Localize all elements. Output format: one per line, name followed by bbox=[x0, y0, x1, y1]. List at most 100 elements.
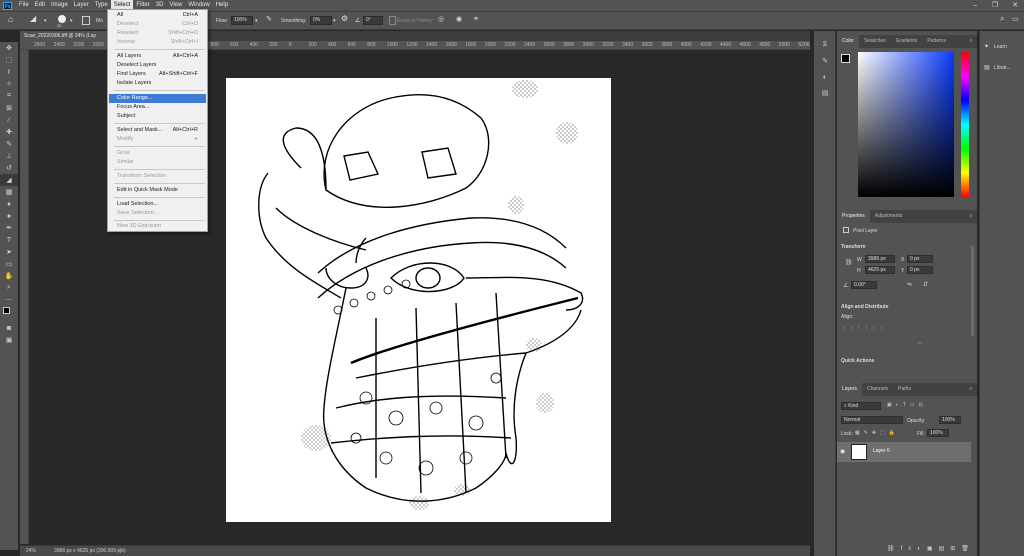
align-buttons[interactable]: ⫶⫶⫶⫶⫶⫶ bbox=[843, 326, 888, 333]
menu-item-select-and-mask[interactable]: Select and Mask... Alt+Ctrl+R bbox=[109, 126, 206, 135]
menu-item-find-layers[interactable]: Find Layers Alt+Shift+Ctrl+F bbox=[109, 70, 206, 79]
brush-tool-icon[interactable]: ✎ bbox=[0, 138, 18, 150]
chevron-down-icon[interactable]: ▾ bbox=[44, 16, 47, 26]
magic-wand-icon[interactable]: ✧ bbox=[0, 78, 18, 90]
history-brush-icon[interactable]: ↺ bbox=[0, 162, 18, 174]
menu-image[interactable]: Image bbox=[48, 0, 71, 11]
menu-item-load-selection[interactable]: Load Selection... bbox=[109, 200, 206, 209]
symmetry-icon[interactable]: ⚭ bbox=[473, 15, 479, 25]
panel-menu-icon[interactable]: ≡ bbox=[968, 35, 974, 48]
workspace-icon[interactable]: ▭ bbox=[1012, 15, 1019, 25]
pressure-size-icon[interactable]: ◉ bbox=[456, 15, 462, 25]
lightbulb-icon[interactable]: ✦ bbox=[984, 43, 989, 50]
menu-file[interactable]: File bbox=[16, 0, 32, 11]
layer-filter-icons[interactable]: ▣◐T▭⊡ bbox=[887, 402, 927, 408]
color-picker-field[interactable] bbox=[858, 52, 954, 197]
tab-layers[interactable]: Layers bbox=[837, 383, 863, 396]
eye-icon[interactable]: ◉ bbox=[840, 448, 845, 455]
menu-item-subject[interactable]: Subject bbox=[109, 112, 206, 121]
brush-preview-icon[interactable] bbox=[58, 15, 66, 23]
document-tab[interactable]: Scan_20220306.tiff @ 24% (Lay bbox=[20, 31, 110, 41]
foreground-color-swatch[interactable] bbox=[841, 54, 850, 63]
color-swatches[interactable] bbox=[0, 306, 18, 318]
quick-mask-icon[interactable]: ◙ bbox=[0, 322, 18, 334]
blur-tool-icon[interactable]: ♦ bbox=[0, 198, 18, 210]
menu-item-quick-mask[interactable]: Edit in Quick Mask Mode bbox=[109, 186, 206, 195]
angle-input[interactable]: 0° bbox=[363, 16, 383, 25]
chevron-down-icon[interactable]: ▾ bbox=[255, 16, 258, 26]
hand-tool-icon[interactable]: ✋ bbox=[0, 270, 18, 282]
pressure-opacity-icon[interactable]: ◎ bbox=[438, 15, 444, 25]
libraries-label[interactable]: Librar... bbox=[994, 65, 1011, 71]
eyedropper-icon[interactable]: ⁄ bbox=[0, 114, 18, 126]
x-input[interactable]: 0 px bbox=[907, 255, 933, 263]
tab-channels[interactable]: Channels bbox=[862, 383, 893, 396]
tab-adjustments[interactable]: Adjustments bbox=[870, 210, 908, 223]
menu-item-focus-area[interactable]: Focus Area... bbox=[109, 103, 206, 112]
type-tool-icon[interactable]: T bbox=[0, 234, 18, 246]
flow-input[interactable]: 100% bbox=[231, 16, 253, 25]
airbrush-icon[interactable]: ✎ bbox=[266, 15, 272, 25]
zoom-level[interactable]: 24% bbox=[26, 548, 36, 554]
rectangle-tool-icon[interactable]: ▭ bbox=[0, 258, 18, 270]
layer-row[interactable]: ◉ Layer 0 bbox=[837, 442, 971, 462]
menu-item-reselect[interactable]: Reselect Shift+Ctrl+D bbox=[109, 29, 206, 38]
menu-item-deselect-layers[interactable]: Deselect Layers bbox=[109, 61, 206, 70]
healing-brush-icon[interactable]: ✚ bbox=[0, 126, 18, 138]
eraser-tool-icon[interactable]: ◢ bbox=[30, 14, 36, 24]
flip-horizontal-icon[interactable]: ⇋ bbox=[907, 281, 912, 288]
zoom-tool-icon[interactable]: ⌕ bbox=[0, 282, 18, 294]
frame-tool-icon[interactable]: ⊠ bbox=[0, 102, 18, 114]
brushes-panel-icon[interactable]: ✎ bbox=[814, 55, 836, 67]
close-icon[interactable]: ✕ bbox=[1008, 0, 1022, 11]
pen-tool-icon[interactable]: ✒ bbox=[0, 222, 18, 234]
layer-filter-kind[interactable]: ⌕ Kind bbox=[841, 402, 881, 410]
chevron-right-icon[interactable]: › bbox=[120, 547, 122, 553]
menu-item-grow[interactable]: Grow bbox=[109, 149, 206, 158]
chevron-down-icon[interactable]: ▾ bbox=[70, 16, 73, 26]
lock-icons[interactable]: ▦✎✥⬚🔒 bbox=[855, 430, 899, 436]
menu-item-transform-selection[interactable]: Transform Selection bbox=[109, 172, 206, 181]
height-input[interactable]: 4625 px bbox=[865, 266, 895, 274]
gear-icon[interactable]: ⚙ bbox=[341, 14, 348, 24]
chevron-down-icon[interactable]: ▾ bbox=[333, 16, 336, 26]
screen-mode-icon[interactable]: ▣ bbox=[0, 334, 18, 346]
layer-name[interactable]: Layer 0 bbox=[873, 448, 890, 454]
dodge-tool-icon[interactable]: ● bbox=[0, 210, 18, 222]
menu-item-save-selection[interactable]: Save Selection... bbox=[109, 209, 206, 218]
menu-item-all-layers[interactable]: All Layers Alt+Ctrl+A bbox=[109, 52, 206, 61]
tab-color[interactable]: Color bbox=[837, 35, 859, 48]
history-panel-icon[interactable]: ⧖ bbox=[814, 39, 836, 51]
restore-icon[interactable]: ❐ bbox=[988, 0, 1002, 11]
path-select-icon[interactable]: ➤ bbox=[0, 246, 18, 258]
panel-menu-icon[interactable]: ≡ bbox=[968, 383, 974, 396]
menu-item-all[interactable]: All Ctrl+A bbox=[109, 11, 206, 20]
move-tool-icon[interactable]: ✥ bbox=[0, 42, 18, 54]
foreground-color-swatch[interactable] bbox=[3, 307, 10, 314]
menu-item-inverse[interactable]: Inverse Shift+Ctrl+I bbox=[109, 38, 206, 47]
opacity-input[interactable]: 100% bbox=[939, 416, 961, 424]
more-tools-icon[interactable]: ⋯ bbox=[0, 294, 18, 306]
brush-settings-icon[interactable] bbox=[82, 16, 90, 25]
checkbox-erase-history[interactable] bbox=[389, 16, 396, 25]
learn-label[interactable]: Learn bbox=[994, 44, 1007, 50]
menu-layer[interactable]: Layer bbox=[71, 0, 92, 11]
blend-mode-select[interactable]: Normal bbox=[841, 416, 903, 424]
menu-item-color-range[interactable]: Color Range... bbox=[109, 94, 206, 103]
menu-item-new-3d-extrusion[interactable]: New 3D Extrusion bbox=[109, 222, 206, 231]
libraries-icon[interactable]: ▤ bbox=[984, 64, 990, 71]
y-input[interactable]: 0 px bbox=[907, 266, 933, 274]
menu-item-similar[interactable]: Similar bbox=[109, 158, 206, 167]
quick-actions-title[interactable]: Quick Actions bbox=[841, 358, 874, 364]
tab-gradients[interactable]: Gradients bbox=[891, 35, 923, 48]
crop-tool-icon[interactable]: ⌗ bbox=[0, 90, 18, 102]
home-icon[interactable]: ⌂ bbox=[8, 14, 13, 24]
clone-stamp-icon[interactable]: ⊥ bbox=[0, 150, 18, 162]
scrollbar[interactable] bbox=[971, 246, 974, 336]
adjustments-panel-icon[interactable]: ◐ bbox=[814, 71, 836, 83]
width-input[interactable]: 3986 px bbox=[865, 255, 895, 263]
marquee-tool-icon[interactable]: ⬚ bbox=[0, 54, 18, 66]
tab-properties[interactable]: Properties bbox=[837, 210, 870, 223]
minimize-icon[interactable]: – bbox=[968, 0, 982, 11]
flip-vertical-icon[interactable]: ⇵ bbox=[923, 281, 928, 288]
